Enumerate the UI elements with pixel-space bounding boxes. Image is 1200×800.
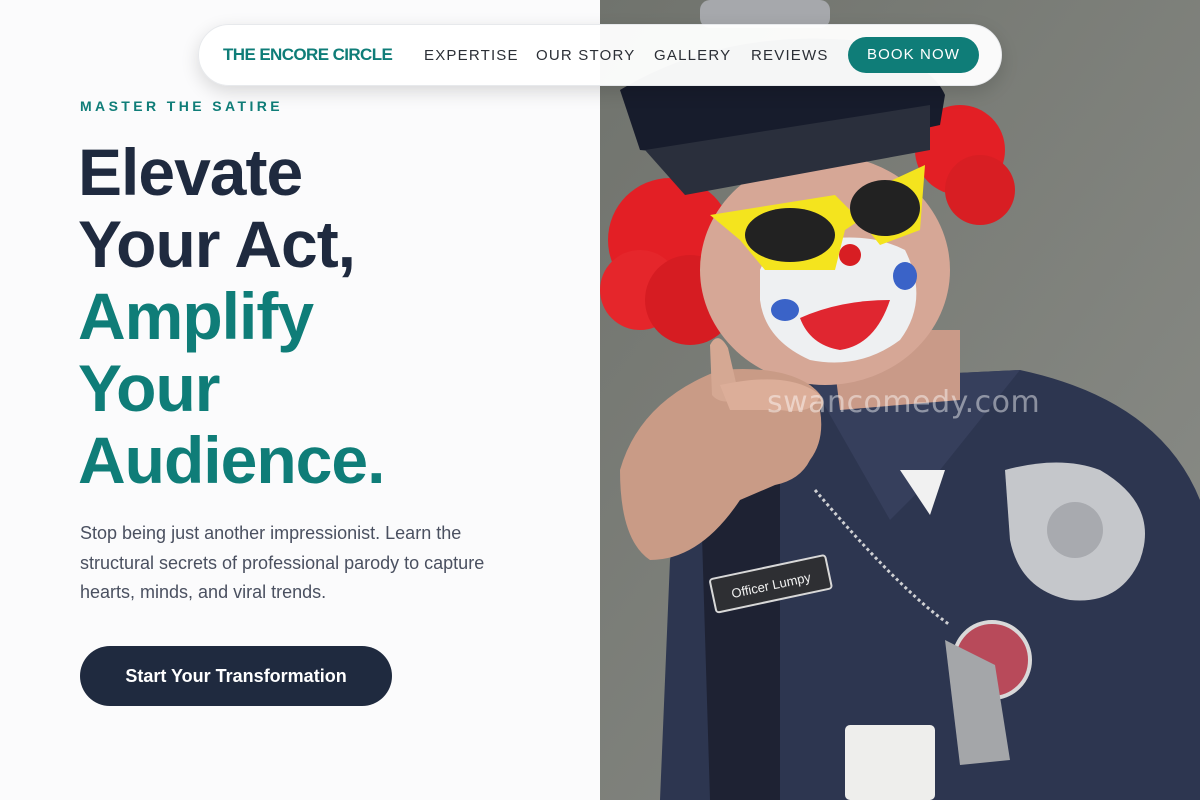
- nav-link-our-story[interactable]: OUR STORY: [536, 47, 635, 64]
- brand-logo[interactable]: THE ENCORE CIRCLE: [223, 45, 393, 65]
- hero-lead-line: structural secrets of professional parod…: [80, 552, 485, 573]
- top-navbar: THE ENCORE CIRCLE EXPERTISE OUR STORY GA…: [198, 24, 1002, 86]
- headline-line-accent: Amplify: [78, 279, 314, 353]
- hero-eyebrow: MASTER THE SATIRE: [80, 98, 283, 114]
- headline-line-accent: Your: [78, 351, 220, 425]
- headline-line-accent: Audience.: [78, 423, 385, 497]
- headline-line: Elevate: [78, 135, 303, 209]
- nav-link-gallery[interactable]: GALLERY: [654, 47, 731, 64]
- book-now-button[interactable]: BOOK NOW: [848, 37, 979, 73]
- hero-lead: Stop being just another impressionist. L…: [80, 519, 540, 608]
- hero-lead-line: Stop being just another impressionist. L…: [80, 523, 462, 543]
- headline-line: Your Act,: [78, 207, 356, 281]
- start-transformation-button[interactable]: Start Your Transformation: [80, 646, 392, 706]
- nav-link-reviews[interactable]: REVIEWS: [751, 47, 829, 64]
- hero-left-panel: MASTER THE SATIRE Elevate Your Act, Ampl…: [0, 0, 600, 800]
- hero-headline: Elevate Your Act, Amplify Your Audience.: [78, 135, 385, 497]
- hero-photo: Officer Lumpy swancomedy.com: [600, 0, 1200, 800]
- nav-link-expertise[interactable]: EXPERTISE: [424, 47, 519, 64]
- hero-lead-line: hearts, minds, and viral trends.: [80, 582, 327, 602]
- watermark-text: swancomedy.com: [767, 385, 1041, 420]
